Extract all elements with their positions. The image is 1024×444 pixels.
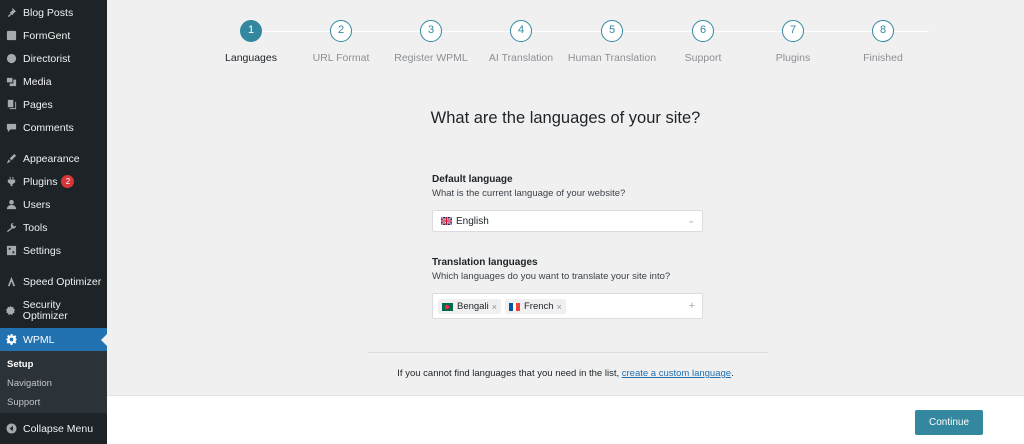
step-finished[interactable]: 8 Finished (835, 20, 931, 64)
step-number: 7 (782, 20, 804, 42)
bangladesh-flag-icon (442, 302, 453, 311)
step-label: AI Translation (488, 52, 554, 64)
step-label: Finished (863, 52, 903, 64)
sidebar-item-comments[interactable]: Comments (0, 116, 107, 139)
form-icon (5, 30, 17, 42)
step-label: Plugins (775, 52, 811, 64)
directory-icon (5, 53, 17, 65)
sidebar-item-tools[interactable]: Tools (0, 216, 107, 239)
submenu-item-navigation[interactable]: Navigation (7, 378, 52, 389)
remove-language-icon[interactable]: × (492, 302, 497, 312)
step-support[interactable]: 6 Support (655, 20, 751, 64)
translation-languages-description: Which languages do you want to translate… (432, 271, 671, 282)
sidebar-item-pages[interactable]: Pages (0, 93, 107, 116)
step-human-translation[interactable]: 5 Human Translation (564, 20, 660, 64)
step-languages[interactable]: 1 Languages (203, 20, 299, 64)
step-number: 8 (872, 20, 894, 42)
sidebar-item-media[interactable]: Media (0, 70, 107, 93)
default-language-description: What is the current language of your web… (432, 188, 626, 199)
sidebar-item-settings[interactable]: Settings (0, 239, 107, 262)
step-number: 3 (420, 20, 442, 42)
step-number: 5 (601, 20, 623, 42)
add-language-icon[interactable]: + (689, 300, 695, 312)
pages-icon (5, 99, 17, 111)
comments-icon (5, 122, 17, 134)
step-ai-translation[interactable]: 4 AI Translation (473, 20, 569, 64)
collapse-menu-button[interactable]: Collapse Menu (0, 417, 107, 440)
pin-icon (5, 7, 17, 19)
continue-button[interactable]: Continue (915, 410, 983, 435)
remove-language-icon[interactable]: × (557, 302, 562, 312)
sidebar-item-directorist[interactable]: Directorist (0, 47, 107, 70)
submenu-item-support[interactable]: Support (7, 397, 40, 408)
step-plugins[interactable]: 7 Plugins (745, 20, 841, 64)
plugins-icon (5, 176, 17, 188)
step-number: 1 (240, 20, 262, 42)
page-heading: What are the languages of your site? (430, 109, 701, 127)
collapse-icon (5, 423, 17, 435)
default-language-select[interactable]: English ⌄ (432, 210, 703, 232)
plugins-update-badge: 2 (61, 175, 75, 188)
create-custom-language-link[interactable]: create a custom language (622, 368, 731, 379)
tools-icon (5, 222, 17, 234)
speed-icon (5, 276, 17, 288)
france-flag-icon (509, 302, 520, 311)
appearance-icon (5, 153, 17, 165)
default-language-title: Default language (432, 174, 513, 185)
translation-languages-select[interactable]: Bengali × French × + (432, 293, 703, 319)
setup-wizard-panel: 1 Languages 2 URL Format 3 Register WPML… (107, 0, 1024, 395)
users-icon (5, 199, 17, 211)
sidebar-item-users[interactable]: Users (0, 193, 107, 216)
sidebar-item-formgent[interactable]: FormGent (0, 24, 107, 47)
wpml-gear-icon (5, 334, 17, 346)
translation-languages-title: Translation languages (432, 257, 538, 268)
language-chip-french: French × (505, 299, 566, 314)
step-label: URL Format (312, 52, 370, 64)
sidebar-item-speed-optimizer[interactable]: Speed Optimizer (0, 270, 107, 293)
sidebar-item-plugins[interactable]: Plugins 2 (0, 170, 107, 193)
step-number: 2 (330, 20, 352, 42)
step-label: Languages (225, 52, 277, 64)
custom-language-note: If you cannot find languages that you ne… (397, 368, 734, 379)
main-content: 1 Languages 2 URL Format 3 Register WPML… (107, 0, 1024, 444)
security-icon (5, 305, 17, 317)
sidebar-item-appearance[interactable]: Appearance (0, 147, 107, 170)
step-number: 6 (692, 20, 714, 42)
chevron-down-icon: ⌄ (687, 215, 695, 225)
step-register-wpml[interactable]: 3 Register WPML (383, 20, 479, 64)
submenu-item-setup[interactable]: Setup (7, 359, 33, 370)
default-language-value: English (456, 215, 489, 227)
step-label: Support (684, 52, 722, 64)
step-number: 4 (510, 20, 532, 42)
sidebar-item-security-optimizer[interactable]: Security Optimizer (0, 297, 107, 324)
sidebar-item-blog-posts[interactable]: Blog Posts (0, 1, 107, 24)
step-url-format[interactable]: 2 URL Format (293, 20, 389, 64)
step-label: Register WPML (394, 52, 468, 64)
step-label: Human Translation (567, 52, 657, 64)
admin-sidebar: Blog Posts FormGent Directorist Media Pa… (0, 0, 107, 444)
section-divider (368, 352, 768, 353)
settings-icon (5, 245, 17, 257)
wpml-submenu: Setup Navigation Support (0, 351, 107, 413)
media-icon (5, 76, 17, 88)
wizard-footer: Continue (107, 395, 1024, 444)
uk-flag-icon (441, 217, 452, 225)
sidebar-item-wpml[interactable]: WPML (0, 328, 107, 351)
language-chip-bengali: Bengali × (438, 299, 501, 314)
